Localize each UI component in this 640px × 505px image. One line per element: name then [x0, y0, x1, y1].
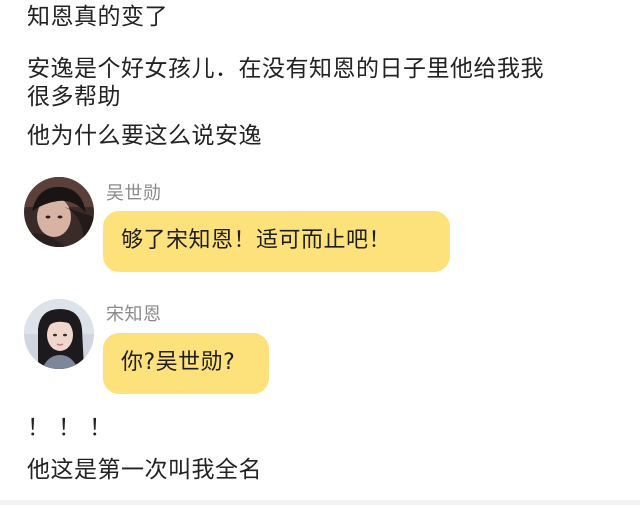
person-long-hair-avatar-icon — [24, 299, 94, 369]
story-line-5: 他这是第一次叫我全名 — [27, 457, 262, 483]
avatar[interactable] — [24, 299, 94, 369]
story-line-1: 知恩真的变了 — [27, 4, 168, 30]
divider — [0, 500, 640, 505]
speaker-name: 宋知恩 — [106, 304, 162, 325]
chat-bubble: 够了宋知恩！适可而止吧！ — [103, 211, 450, 272]
story-line-4: ！！！ — [27, 415, 120, 441]
story-line-2: 安逸是个好女孩儿．在没有知恩的日子里他给我我 很多帮助 — [27, 56, 544, 110]
chat-bubble: 你?吴世勋? — [103, 333, 269, 394]
person-dark-hair-avatar-icon — [24, 177, 94, 247]
avatar[interactable] — [24, 177, 94, 247]
speaker-name: 吴世勋 — [106, 183, 162, 204]
story-line-3: 他为什么要这么说安逸 — [27, 123, 262, 149]
